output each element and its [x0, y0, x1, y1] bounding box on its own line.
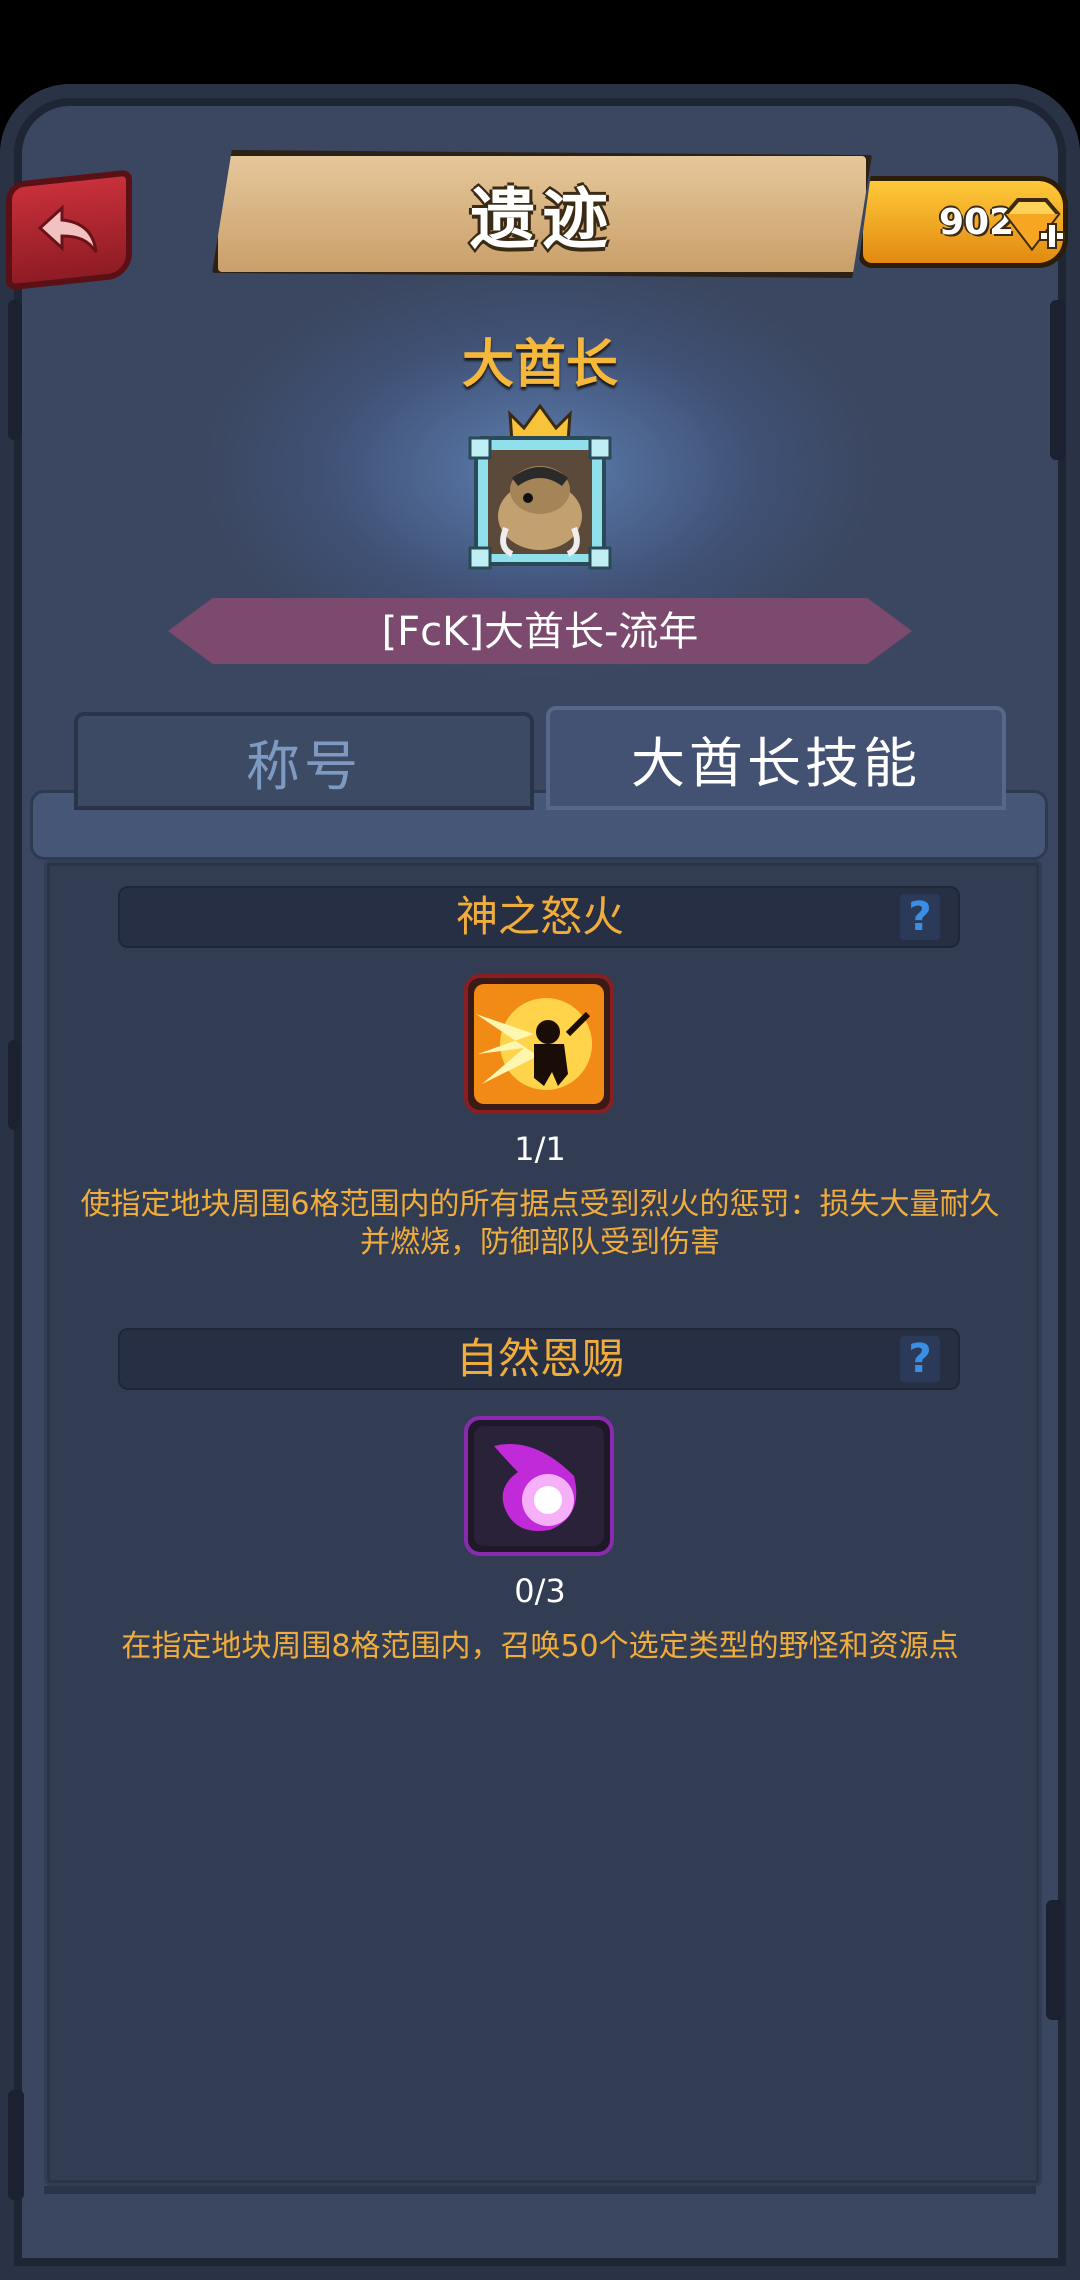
diamond-plus-icon[interactable]: [1000, 196, 1066, 256]
page-title: 遗迹: [470, 181, 614, 258]
skill-description: 使指定地块周围6格范围内的所有据点受到烈火的惩罚：损失大量耐久并燃烧，防御部队受…: [80, 1187, 1000, 1260]
tab-titles[interactable]: 称号: [74, 712, 534, 810]
frame-crack: [8, 1040, 20, 1130]
help-button[interactable]: ?: [900, 1336, 940, 1382]
status-bar: [0, 0, 1080, 84]
tab-chief-skills[interactable]: 大酋长技能: [546, 706, 1006, 810]
rank-title: 大酋长: [461, 335, 618, 395]
frame-crack: [8, 2090, 24, 2200]
title-banner: 遗迹: [212, 150, 872, 278]
skill-count: 0/3: [514, 1572, 566, 1610]
back-arrow-icon: [37, 204, 98, 253]
back-button[interactable]: [6, 169, 132, 291]
player-name: [FcK]大酋长-流年: [381, 609, 699, 655]
player-avatar[interactable]: [462, 398, 618, 570]
panel-bottom-edge: [44, 2186, 1036, 2194]
tab-label: 大酋长技能: [631, 731, 921, 795]
flame-warrior-icon[interactable]: [464, 974, 614, 1114]
tab-label: 称号: [246, 734, 362, 798]
help-button[interactable]: ?: [900, 894, 940, 940]
skill-count: 1/1: [514, 1130, 566, 1168]
purple-fireball-icon[interactable]: [464, 1416, 614, 1556]
skill-description: 在指定地块周围8格范围内，召唤50个选定类型的野怪和资源点: [121, 1629, 959, 1664]
frame-crack: [1046, 1900, 1064, 2020]
